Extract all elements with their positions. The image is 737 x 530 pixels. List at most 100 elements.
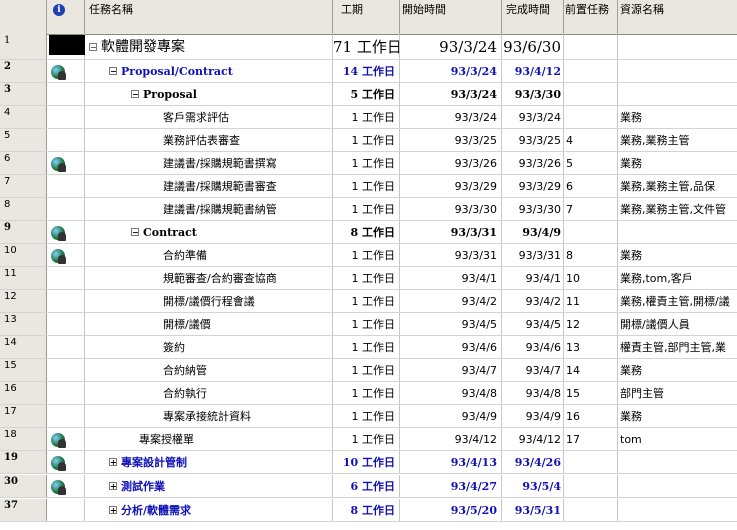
finish-cell[interactable]: 93/4/12 (502, 60, 564, 82)
duration-cell[interactable]: 1 工作日 (333, 336, 400, 358)
row-number[interactable]: 3 (0, 83, 47, 105)
start-cell[interactable]: 93/3/25 (400, 129, 502, 151)
task-row[interactable]: 13 開標/議價 1 工作日 93/4/5 93/4/5 12 開標/議價人員 (0, 313, 737, 336)
predecessors-cell[interactable]: 7 (564, 198, 618, 220)
task-row[interactable]: 7 建議書/採購規範書審查 1 工作日 93/3/29 93/3/29 6 業務,業務主管,… (0, 175, 737, 198)
predecessors-cell[interactable] (564, 83, 618, 105)
task-name-cell[interactable]: 開標/議價 (85, 313, 333, 335)
task-name-cell[interactable]: 建議書/採購規範書撰寫 (85, 152, 333, 174)
finish-cell[interactable]: 93/3/31 (502, 244, 564, 266)
finish-cell[interactable]: 93/4/1 (502, 267, 564, 289)
task-name-cell[interactable]: + 分析/軟體需求 (85, 499, 333, 521)
duration-cell[interactable]: 8 工作日 (333, 221, 400, 243)
task-name-cell[interactable]: + 專案設計管制 (85, 451, 333, 473)
indicator-cell[interactable] (47, 499, 85, 521)
finish-cell[interactable]: 93/3/24 (502, 106, 564, 128)
finish-cell[interactable]: 93/3/30 (502, 83, 564, 105)
task-row[interactable]: 15 合約納管 1 工作日 93/4/7 93/4/7 14 業務 (0, 359, 737, 382)
row-number[interactable]: 37 (0, 499, 47, 521)
collapse-icon[interactable]: − (131, 228, 139, 236)
start-cell[interactable]: 93/3/31 (400, 244, 502, 266)
resources-cell[interactable]: 權責主管,部門主管,業 (618, 336, 737, 358)
task-row[interactable]: 6 建議書/採購規範書撰寫 1 工作日 93/3/26 93/3/26 5 業務 (0, 152, 737, 175)
task-row[interactable]: 18 專案授權單 1 工作日 93/4/12 93/4/12 17 tom (0, 428, 737, 451)
resources-cell[interactable] (618, 34, 737, 59)
finish-column-header[interactable]: 完成時間 (502, 0, 564, 34)
row-number[interactable]: 17 (0, 405, 47, 427)
finish-cell[interactable]: 93/4/2 (502, 290, 564, 312)
duration-cell[interactable]: 1 工作日 (333, 244, 400, 266)
expand-icon[interactable]: + (109, 506, 117, 514)
resources-cell[interactable]: 業務,權責主管,開標/議 (618, 290, 737, 312)
row-number[interactable]: 14 (0, 336, 47, 358)
duration-cell[interactable]: 1 工作日 (333, 359, 400, 381)
indicator-cell[interactable] (47, 382, 85, 404)
predecessors-cell[interactable]: 10 (564, 267, 618, 289)
task-name-cell[interactable]: 專案承接統計資料 (85, 405, 333, 427)
task-row[interactable]: 5 業務評估表審查 1 工作日 93/3/25 93/3/25 4 業務,業務主管 (0, 129, 737, 152)
resources-cell[interactable] (618, 499, 737, 521)
task-name-cell[interactable]: − Proposal (85, 83, 333, 105)
row-number[interactable]: 12 (0, 290, 47, 312)
start-cell[interactable]: 93/4/8 (400, 382, 502, 404)
row-number[interactable]: 9 (0, 221, 47, 243)
row-number[interactable]: 19 (0, 451, 47, 473)
finish-cell[interactable]: 93/5/31 (502, 499, 564, 521)
task-name-cell[interactable]: 規範審查/合約審查協商 (85, 267, 333, 289)
task-name-cell[interactable]: 客戶需求評估 (85, 106, 333, 128)
resources-cell[interactable]: 開標/議價人員 (618, 313, 737, 335)
row-number[interactable]: 4 (0, 106, 47, 128)
finish-cell[interactable]: 93/4/6 (502, 336, 564, 358)
expand-icon[interactable]: + (109, 458, 117, 466)
start-column-header[interactable]: 開始時間 (400, 0, 502, 34)
task-name-cell[interactable]: 建議書/採購規範書納管 (85, 198, 333, 220)
task-row[interactable]: 14 簽約 1 工作日 93/4/6 93/4/6 13 權責主管,部門主管,業 (0, 336, 737, 359)
predecessors-cell[interactable] (564, 34, 618, 59)
start-cell[interactable]: 93/3/24 (400, 60, 502, 82)
duration-cell[interactable]: 71 工作日 (333, 34, 400, 59)
task-row[interactable]: 3 − Proposal 5 工作日 93/3/24 93/3/30 (0, 83, 737, 106)
duration-cell[interactable]: 1 工作日 (333, 405, 400, 427)
finish-cell[interactable]: 93/4/7 (502, 359, 564, 381)
resources-cell[interactable]: 業務,業務主管,品保 (618, 175, 737, 197)
predecessors-cell[interactable] (564, 106, 618, 128)
start-cell[interactable]: 93/5/20 (400, 499, 502, 521)
resources-cell[interactable]: 業務 (618, 244, 737, 266)
resources-cell[interactable]: 業務 (618, 152, 737, 174)
duration-cell[interactable]: 1 工作日 (333, 198, 400, 220)
indicator-column-header[interactable]: i (47, 0, 85, 34)
start-cell[interactable]: 93/4/9 (400, 405, 502, 427)
finish-cell[interactable]: 93/3/30 (502, 198, 564, 220)
indicator-cell[interactable] (47, 313, 85, 335)
task-name-cell[interactable]: − Proposal/Contract (85, 60, 333, 82)
task-row[interactable]: 11 規範審查/合約審查協商 1 工作日 93/4/1 93/4/1 10 業務,tom,客… (0, 267, 737, 290)
predecessors-cell[interactable] (564, 499, 618, 521)
duration-cell[interactable]: 1 工作日 (333, 106, 400, 128)
finish-cell[interactable]: 93/5/4 (502, 475, 564, 497)
indicator-cell[interactable] (47, 198, 85, 220)
indicator-cell[interactable] (47, 83, 85, 105)
row-number[interactable]: 11 (0, 267, 47, 289)
row-number[interactable]: 2 (0, 60, 47, 82)
indicator-cell[interactable] (47, 175, 85, 197)
predecessors-cell[interactable]: 16 (564, 405, 618, 427)
start-cell[interactable]: 93/4/2 (400, 290, 502, 312)
indicator-cell[interactable] (47, 290, 85, 312)
row-number[interactable]: 10 (0, 244, 47, 266)
start-cell[interactable]: 93/4/5 (400, 313, 502, 335)
task-name-cell[interactable]: − 軟體開發專案 (85, 34, 333, 59)
task-row[interactable]: 12 開標/議價行程會議 1 工作日 93/4/2 93/4/2 11 業務,權責主管,開標… (0, 290, 737, 313)
resources-cell[interactable]: 業務 (618, 359, 737, 381)
indicator-cell[interactable] (47, 451, 85, 473)
duration-cell[interactable]: 1 工作日 (333, 152, 400, 174)
start-cell[interactable]: 93/3/24 (400, 34, 502, 59)
start-cell[interactable]: 93/4/1 (400, 267, 502, 289)
indicator-cell[interactable] (47, 152, 85, 174)
predecessors-cell[interactable]: 17 (564, 428, 618, 450)
finish-cell[interactable]: 93/4/9 (502, 405, 564, 427)
indicator-cell[interactable] (47, 106, 85, 128)
indicator-cell[interactable] (47, 336, 85, 358)
duration-column-header[interactable]: 工期 (333, 0, 400, 34)
resources-cell[interactable]: 業務 (618, 106, 737, 128)
start-cell[interactable]: 93/4/13 (400, 451, 502, 473)
